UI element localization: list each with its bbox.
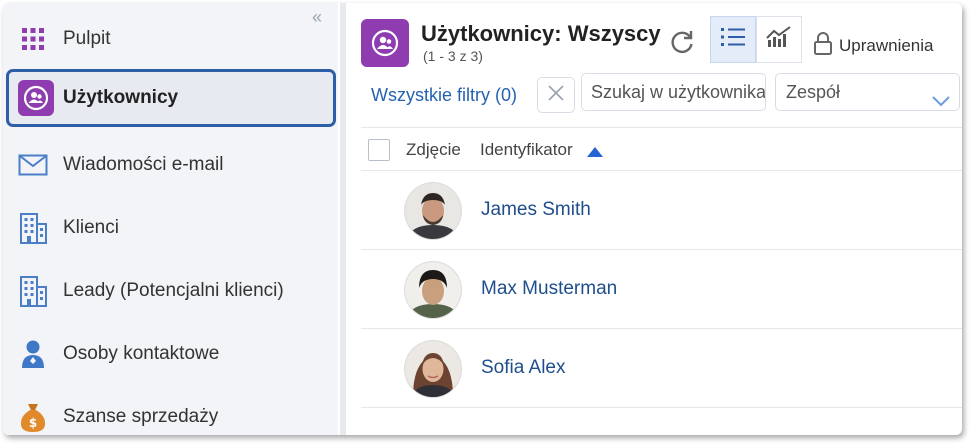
table-row[interactable]: James Smith [361,171,962,250]
table-row[interactable]: Sofia Alex [361,329,962,408]
list-icon [721,26,745,53]
avatar [405,262,461,318]
sidebar-item-label: Wiadomości e-mail [63,153,224,175]
table-row[interactable]: Max Musterman [361,250,962,329]
search-input[interactable]: Szukaj w użytkownikach [581,73,766,111]
sidebar-item-opportunities[interactable]: $ Szanse sprzedaży [3,385,338,435]
chevron-down-icon [931,84,951,120]
sidebar-item-label: Szanse sprzedaży [63,405,219,427]
sidebar-item-label: Pulpit [63,27,111,49]
sidebar-scrollbar[interactable] [340,3,346,435]
avatar [405,341,461,397]
chart-icon [766,26,792,53]
building-icon [3,212,63,244]
sidebar-item-clients[interactable]: Klienci [3,196,338,259]
building-icon [3,275,63,307]
app-window: « Pulpit Użytkownicy Wiadomości e-mail K… [3,3,962,435]
annotation-arrow [957,199,962,294]
sidebar-item-emails[interactable]: Wiadomości e-mail [3,133,338,196]
person-icon [3,339,63,369]
team-select[interactable]: Zespół [775,73,960,111]
table-header: Zdjęcie Identyfikator [361,127,962,171]
sort-ascending-icon[interactable] [587,144,603,162]
lock-icon [813,31,833,60]
money-bag-icon: $ [3,401,63,433]
select-all-checkbox[interactable] [368,139,390,161]
all-filters-link[interactable]: Wszystkie filtry (0) [371,85,517,106]
permissions-button[interactable]: Uprawnienia [813,31,934,60]
user-name-link[interactable]: Max Musterman [481,278,617,300]
envelope-icon [3,154,63,176]
main-panel: Użytkownicy: Wszyscy (1 - 3 z 3) Uprawni… [357,3,962,435]
team-select-value: Zespół [786,82,841,102]
sidebar-item-label: Leady (Potencjalni klienci) [63,279,284,301]
close-icon [548,84,564,106]
column-header-identifier[interactable]: Identyfikator [480,140,573,160]
sidebar-item-contacts[interactable]: Osoby kontaktowe [3,322,338,385]
users-icon [9,80,63,116]
sidebar-item-label: Osoby kontaktowe [63,342,220,364]
sidebar-item-leads[interactable]: Leady (Potencjalni klienci) [3,259,338,322]
grid-icon [3,26,63,52]
list-view-button[interactable] [710,16,756,63]
sidebar-item-dashboard[interactable]: Pulpit [3,7,338,70]
sidebar-item-users[interactable]: Użytkownicy [6,69,336,127]
refresh-icon[interactable] [669,29,695,60]
chart-view-button[interactable] [756,16,802,63]
svg-text:$: $ [29,416,37,430]
avatar [405,183,461,239]
sidebar: « Pulpit Użytkownicy Wiadomości e-mail K… [3,3,338,435]
page-title: Użytkownicy: Wszyscy [421,21,661,46]
user-name-link[interactable]: Sofia Alex [481,357,566,379]
user-name-link[interactable]: James Smith [481,199,591,221]
permissions-label: Uprawnienia [839,35,934,55]
clear-filters-button[interactable] [537,77,575,113]
record-count: (1 - 3 z 3) [423,48,483,64]
column-header-photo[interactable]: Zdjęcie [406,140,461,160]
sidebar-item-label: Klienci [63,216,119,238]
sidebar-item-label: Użytkownicy [63,87,179,108]
users-module-icon [361,19,409,67]
